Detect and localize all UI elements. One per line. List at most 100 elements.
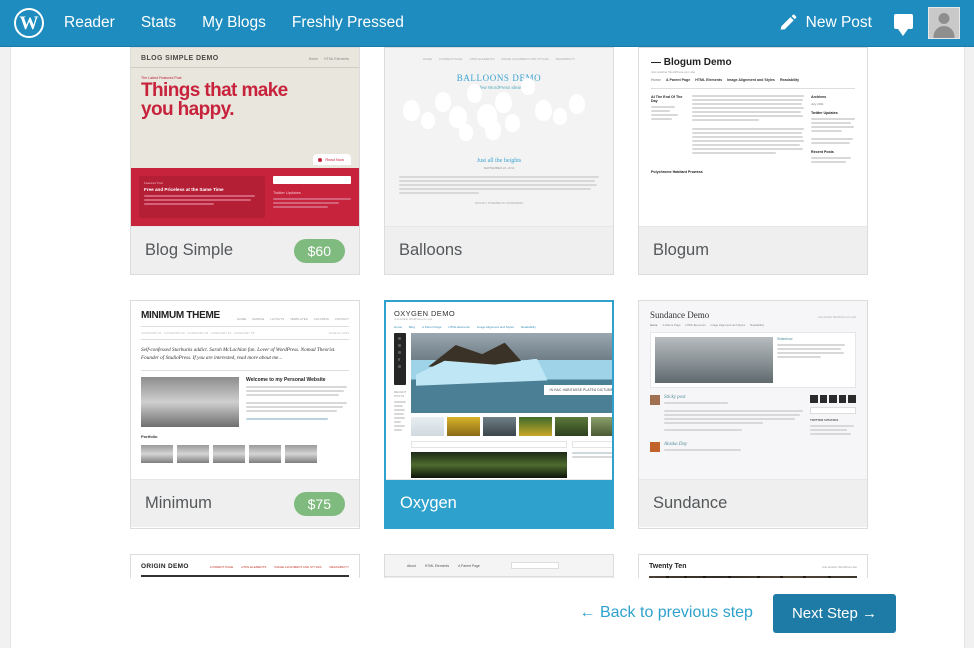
preview-menu-item: LAYOUTS [270,317,285,321]
preview-site-title: — Blogum Demo [651,57,732,68]
theme-name: Blog Simple [145,241,234,259]
user-avatar-icon[interactable] [928,7,960,39]
preview-widget-title: TWITTER UPDATES [810,418,839,422]
preview-menu-item: Readability [750,323,764,327]
preview-tagline: Just another WordPress.com site [394,318,433,321]
theme-card-minimum[interactable]: MINIMUM THEME HOME SAMPLE LAYOUTS TEMPLA… [130,300,360,529]
preview-menu-item: A Parent Page [666,78,691,82]
preview-menu-item: Readability [779,78,800,82]
theme-preview-image: ORIGIN DEMO A PARENT PAGE HTML ELEMENTS … [131,555,359,578]
theme-preview-image: Twenty Ten Just another WordPress site [639,555,867,578]
theme-grid-clip: BLOG SIMPLE DEMO Home HTML Elements The … [11,47,964,578]
new-post-label: New Post [805,14,872,31]
preview-menu-item: HTML ELEMENTS [469,57,495,61]
preview-menu-item: About [407,563,416,568]
preview-site-title: MINIMUM THEME [141,310,220,321]
next-step-button[interactable]: Next Step → [772,593,896,633]
preview-widget-title: Twitter Updates [811,111,838,115]
theme-card-balloons[interactable]: HOME A PARENT PAGE HTML ELEMENTS IMAGE A… [384,47,614,275]
theme-card-blogum[interactable]: — Blogum Demo Just another WordPress.com… [638,47,868,275]
preview-post-title: Sticky post [664,395,686,400]
theme-card-sundance[interactable]: Sundance Demo Just another WordPress.com… [638,300,868,529]
theme-card-footer: Blog Simple $60 [131,227,359,274]
preview-headline-1: Things that make [141,80,288,101]
wordpress-logo-icon[interactable]: W [14,8,44,38]
preview-tagline: Just another WordPress.com site [817,316,856,319]
preview-site-title: BALLOONS DEMO [456,73,542,83]
theme-card-footer: Sundance [639,480,867,527]
preview-featured-label: Featured Post [144,181,163,185]
preview-portfolio-label: Portfolio [141,433,158,439]
preview-site-title: BLOG SIMPLE DEMO [141,55,219,62]
preview-menu-item: HTML Elements [448,325,470,329]
theme-card-twenty-ten[interactable]: Twenty Ten Just another WordPress site [638,554,868,578]
preview-menu-item: Image Alignment and Styles [476,325,514,329]
preview-tagline: Just another WordPress.com site [651,70,696,74]
preview-menu-item: A PARENT PAGE [209,564,234,569]
preview-menu-item: A PARENT PAGE [438,57,463,61]
preview-menu-item: TEMPLATES [290,317,308,321]
preview-menu-item: Home [308,56,319,61]
preview-menu-item: HOME [422,57,432,61]
preview-menu-item: READABILITY [555,57,576,61]
theme-card-oxygen[interactable]: OXYGEN DEMO Just another WordPress.com s… [384,300,614,529]
theme-preview-image: About HTML Elements A Parent Page Pink T… [385,555,613,578]
preview-hero-caption: IN HAC HABITASSE PLATEA DICTUMST [544,385,612,395]
preview-menu-item: COLUMNS [313,317,329,321]
new-post-button[interactable]: New Post [766,0,884,46]
preview-site-title: Sundance Demo [650,310,710,320]
preview-menu-item: HTML Elements [424,563,450,568]
theme-card-footer: Minimum $75 [131,480,359,527]
nav-link-stats[interactable]: Stats [141,14,176,32]
preview-heading: Welcome to my Personal Website [246,376,326,383]
theme-preview-image: HOME A PARENT PAGE HTML ELEMENTS IMAGE A… [385,48,613,227]
step-actions: ← Back to previous step Next Step → [11,578,964,648]
theme-preview-image: Sundance Demo Just another WordPress.com… [639,301,867,480]
theme-grid: BLOG SIMPLE DEMO Home HTML Elements The … [130,47,870,578]
preview-menu-item: CONTACT [334,317,349,321]
preview-menu-item: HOME [237,317,247,321]
preview-menu-item: READABILITY [329,564,349,569]
preview-menu-item: Blog [409,325,416,329]
admin-bar: W Reader Stats My Blogs Freshly Pressed … [0,0,974,47]
theme-card-blog-simple[interactable]: BLOG SIMPLE DEMO Home HTML Elements The … [130,47,360,275]
preview-site-title: OXYGEN DEMO [394,309,456,318]
preview-menu-item: A Parent Page [458,563,480,568]
theme-name: Minimum [145,494,212,512]
preview-menu-item: Image Alignment and Styles [727,78,775,82]
theme-preview-image: OXYGEN DEMO Just another WordPress.com s… [386,302,612,480]
preview-tagline: Just another WordPress site [821,565,857,569]
theme-card-footer: Blogum [639,227,867,274]
admin-bar-nav: Reader Stats My Blogs Freshly Pressed [64,14,404,32]
nav-link-my-blogs[interactable]: My Blogs [202,14,266,32]
nav-link-freshly-pressed[interactable]: Freshly Pressed [292,14,404,32]
preview-read-now: Read Now [313,154,351,165]
theme-price-badge: $75 [293,491,345,516]
preview-site-title: Twenty Ten [649,563,687,570]
page-background: BLOG SIMPLE DEMO Home HTML Elements The … [0,47,974,648]
theme-preview-image: — Blogum Demo Just another WordPress.com… [639,48,867,227]
preview-headline-2: you happy. [141,99,234,121]
theme-card-pink-touch-2[interactable]: About HTML Elements A Parent Page Pink T… [384,554,614,578]
theme-price-badge: $60 [293,238,345,263]
back-to-previous-step-link[interactable]: ← Back to previous step [580,604,753,622]
preview-site-title: ORIGIN DEMO [141,563,189,570]
preview-menu-item: SAMPLE [252,317,265,321]
preview-menu-item: Home [394,325,403,329]
notifications-bubble-icon[interactable] [884,0,922,46]
preview-menu-item: IMAGE ALIGNMENT AND STYLES [274,564,322,569]
theme-card-origin[interactable]: ORIGIN DEMO A PARENT PAGE HTML ELEMENTS … [130,554,360,578]
preview-widget-item: July 2011 [811,102,824,106]
nav-link-reader[interactable]: Reader [64,14,115,32]
preview-menu-item: HTML Elements [324,56,349,61]
theme-card-footer: Balloons [385,227,613,274]
pencil-icon [780,14,796,30]
theme-preview-image: BLOG SIMPLE DEMO Home HTML Elements The … [131,48,359,227]
theme-name: Sundance [653,494,728,512]
preview-menu-item: IMAGE ALIGNMENT AND STYLES [501,57,549,61]
preview-date: JUNE 24, 2013 [328,331,349,335]
preview-intro: Self-confessed Starbucks addict. Sarah M… [141,347,336,361]
preview-sidebar-title: Twitter Updates [273,190,301,195]
preview-menu-item: A Parent Page [422,325,442,329]
theme-name: Balloons [399,241,463,259]
